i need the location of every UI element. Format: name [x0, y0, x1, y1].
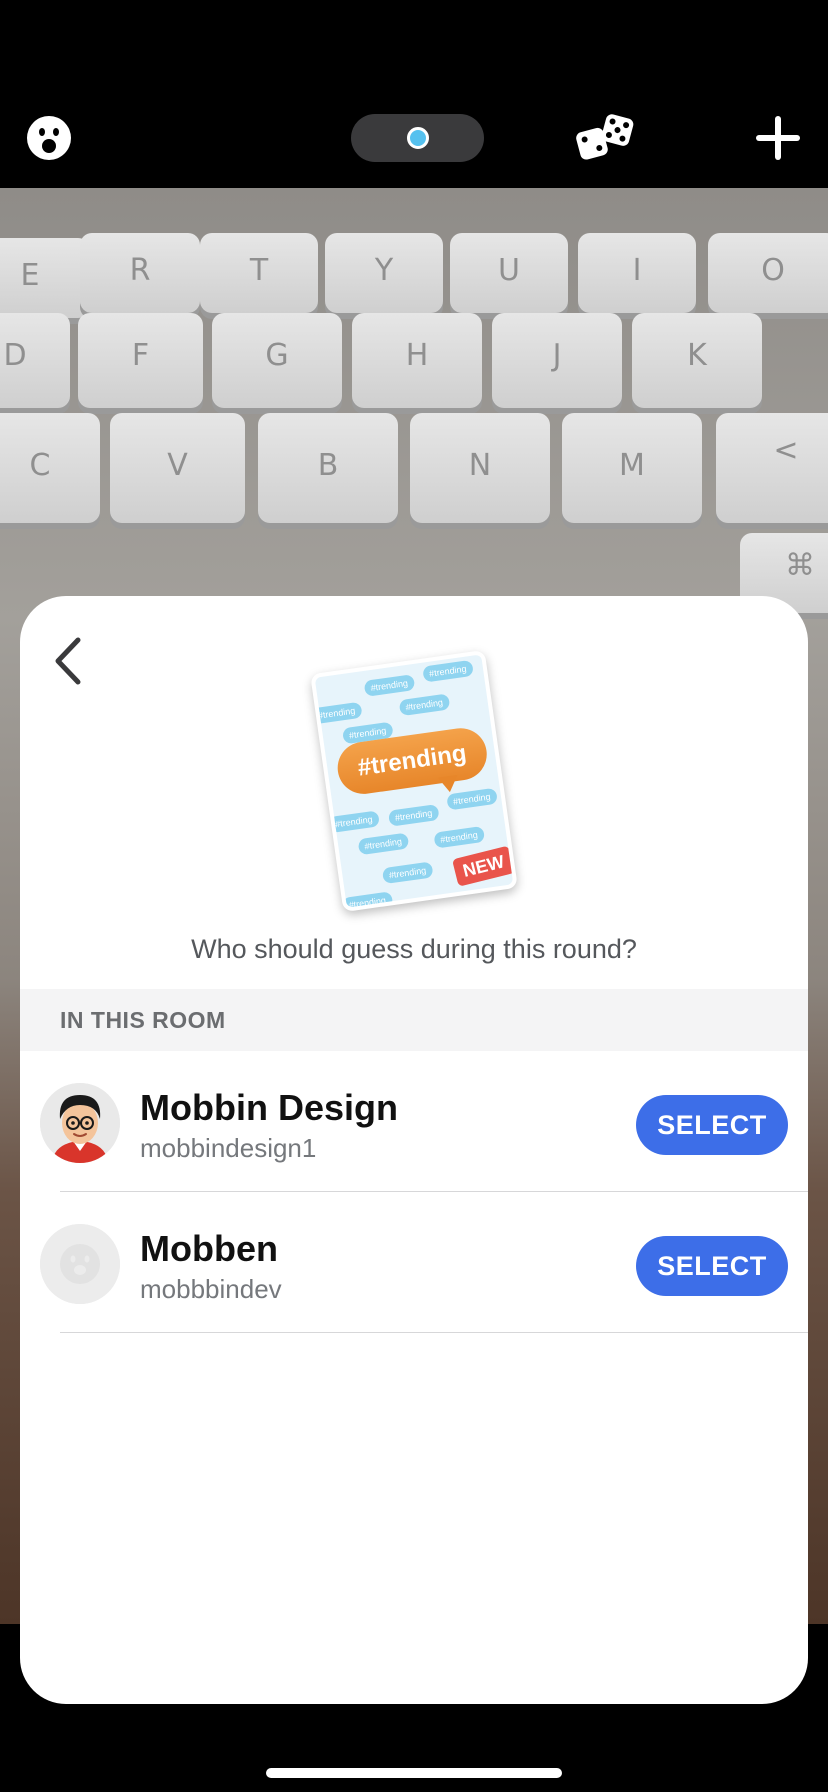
bubble-tail: [437, 774, 460, 794]
select-button[interactable]: SELECT: [636, 1236, 788, 1296]
player-handle: mobbindesign1: [140, 1133, 317, 1163]
key: K: [632, 313, 762, 408]
key: D: [0, 313, 70, 408]
key: H: [352, 313, 482, 408]
bitmoji-avatar-icon: [40, 1083, 120, 1163]
player-name: Mobbin Design: [140, 1087, 398, 1128]
home-indicator: [266, 1768, 562, 1778]
avatar: [40, 1224, 120, 1304]
emoji-face-icon[interactable]: [26, 115, 72, 161]
round-question: Who should guess during this round?: [191, 934, 637, 964]
card-preview: #trending #trending #trending #trending …: [310, 649, 518, 913]
dice-icon[interactable]: [575, 112, 635, 164]
key: E: [0, 238, 90, 318]
key: I: [578, 233, 696, 313]
divider: [60, 1332, 808, 1333]
camera-toggle[interactable]: [351, 114, 484, 162]
key: C: [0, 413, 100, 523]
key: T: [200, 233, 318, 313]
section-title: IN THIS ROOM: [60, 1007, 226, 1033]
trending-card: #trending #trending #trending #trending …: [310, 649, 518, 913]
player-handle: mobbbindev: [140, 1274, 282, 1304]
player-name: Mobben: [140, 1228, 278, 1269]
key: U: [450, 233, 568, 313]
chevron-left-icon[interactable]: [46, 634, 90, 688]
key: N: [410, 413, 550, 523]
section-header: IN THIS ROOM: [20, 989, 808, 1051]
player-row: Mobbin Design mobbindesign1 SELECT: [20, 1051, 808, 1192]
key: V: [110, 413, 245, 523]
default-avatar-icon: [40, 1224, 120, 1304]
guesser-sheet: #trending #trending #trending #trending …: [20, 596, 808, 1704]
top-bar: [0, 0, 828, 188]
key: <: [716, 413, 828, 523]
key: B: [258, 413, 398, 523]
key: F: [78, 313, 203, 408]
key: Y: [325, 233, 443, 313]
key: O: [708, 233, 828, 313]
key: R: [80, 233, 200, 313]
key: J: [492, 313, 622, 408]
new-badge: NEW: [452, 845, 516, 887]
camera-toggle-icon: [407, 127, 429, 149]
player-row: Mobben mobbbindev SELECT: [20, 1192, 808, 1333]
key: M: [562, 413, 702, 523]
key: G: [212, 313, 342, 408]
select-button[interactable]: SELECT: [636, 1095, 788, 1155]
avatar: [40, 1083, 120, 1163]
plus-icon[interactable]: [754, 114, 802, 162]
